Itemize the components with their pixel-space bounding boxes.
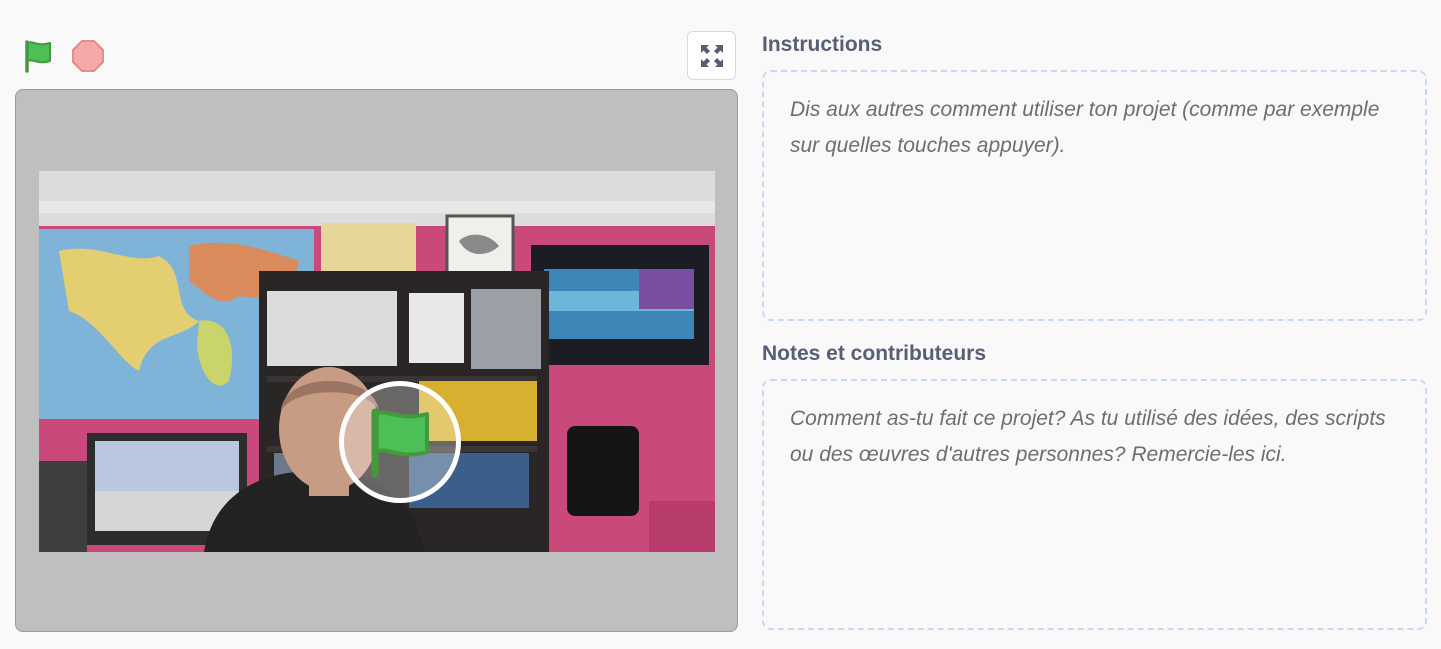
green-flag-button[interactable]: [20, 38, 56, 74]
notes-title: Notes et contributeurs: [762, 342, 987, 365]
notes-placeholder: Comment as-tu fait ce projet? As tu util…: [790, 407, 1386, 466]
project-page: Instructions Dis aux autres comment util…: [0, 0, 1441, 649]
stop-icon: [72, 40, 104, 72]
notes-textarea[interactable]: Comment as-tu fait ce projet? As tu util…: [762, 379, 1427, 630]
stage-start-overlay[interactable]: [339, 381, 461, 503]
green-flag-icon: [25, 40, 51, 73]
webcam-video: [39, 171, 715, 552]
stage[interactable]: [15, 89, 738, 632]
fullscreen-icon: [700, 44, 723, 67]
instructions-textarea[interactable]: Dis aux autres comment utiliser ton proj…: [762, 70, 1427, 321]
instructions-title: Instructions: [762, 33, 883, 56]
green-flag-icon: [371, 408, 429, 478]
instructions-placeholder: Dis aux autres comment utiliser ton proj…: [790, 98, 1380, 157]
stage-controls: [20, 38, 106, 74]
fullscreen-button[interactable]: [687, 31, 736, 80]
stop-button[interactable]: [70, 38, 106, 74]
